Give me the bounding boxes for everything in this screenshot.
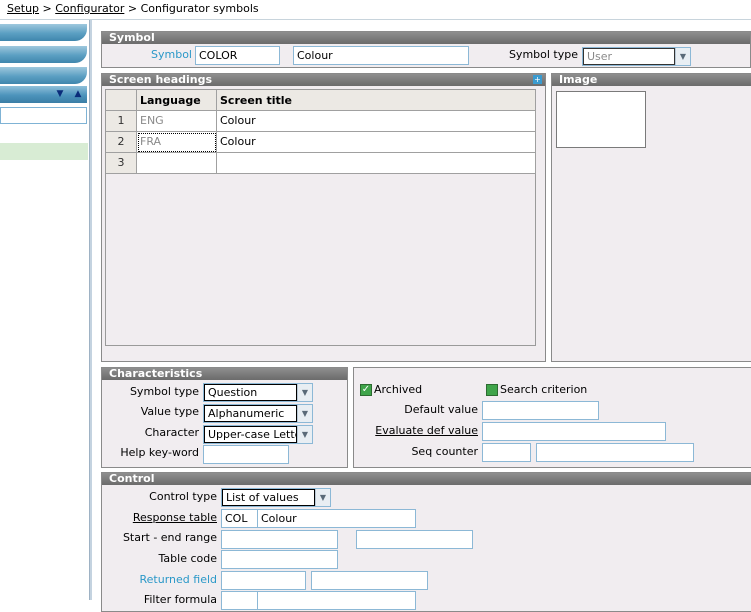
- left-panel-bar-4: ▼ ▲: [0, 86, 87, 103]
- symbol-type-label: Symbol type: [508, 48, 578, 61]
- screen-headings-title: Screen headings: [102, 74, 545, 86]
- seq-counter-label: Seq counter: [411, 445, 478, 458]
- filter-formula-label: Filter formula: [143, 593, 217, 606]
- row-number[interactable]: 3: [106, 153, 137, 174]
- value-type-select[interactable]: Alphanumeric ▼: [203, 404, 313, 423]
- default-value-label: Default value: [404, 403, 478, 416]
- control-type-select[interactable]: List of values ▼: [221, 488, 331, 507]
- screen-title-cell[interactable]: Colour: [217, 132, 536, 153]
- response-table-desc-field[interactable]: Colour: [257, 509, 416, 528]
- breadcrumb-setup-link[interactable]: Setup: [7, 2, 39, 15]
- search-criterion-label: Search criterion: [500, 383, 588, 396]
- left-panel-bar-2[interactable]: [0, 46, 87, 63]
- chevron-down-icon[interactable]: ▼: [297, 426, 312, 443]
- breadcrumb-separator: >: [127, 2, 138, 15]
- character-select[interactable]: Upper-case Letter ▼: [203, 425, 313, 444]
- row-number[interactable]: 1: [106, 111, 137, 132]
- archived-label: Archived: [374, 383, 423, 396]
- symbol-group: Symbol Symbol COLOR Colour Symbol type U…: [101, 31, 751, 68]
- control-group: Control Control type List of values ▼ Re…: [101, 472, 751, 612]
- response-table-link[interactable]: Response table: [112, 510, 217, 526]
- start-end-range-label: Start - end range: [122, 531, 217, 544]
- breadcrumb-configurator-link[interactable]: Configurator: [55, 2, 124, 15]
- char-symbol-type-value: Question: [204, 384, 297, 401]
- value-type-value: Alphanumeric: [204, 405, 297, 422]
- control-type-label: Control type: [149, 490, 217, 503]
- language-cell[interactable]: [137, 153, 217, 174]
- response-table-code-field[interactable]: COL: [221, 509, 258, 528]
- collapse-all-icon[interactable]: ▲: [71, 87, 85, 101]
- screen-title-cell[interactable]: [217, 153, 536, 174]
- expand-icon[interactable]: +: [533, 75, 542, 84]
- left-search-field[interactable]: [0, 107, 87, 124]
- symbol-type-select[interactable]: User ▼: [582, 47, 691, 66]
- default-value-field[interactable]: [482, 401, 599, 420]
- breadcrumb: Setup > Configurator > Configurator symb…: [7, 2, 259, 18]
- symbol-type-value: User: [583, 48, 675, 65]
- left-panel-bar-3[interactable]: [0, 67, 87, 84]
- range-start-field[interactable]: [221, 530, 338, 549]
- pane-gutter: [92, 20, 99, 600]
- symbol-label: Symbol: [151, 48, 192, 61]
- screen-headings-grid: Language Screen title 1 ENG Colour 2 FRA…: [105, 89, 536, 346]
- left-panel-bar-1[interactable]: [0, 24, 87, 41]
- filter-formula-desc-field[interactable]: [257, 591, 416, 610]
- column-header-screen-title[interactable]: Screen title: [217, 90, 536, 111]
- chevron-down-icon[interactable]: ▼: [297, 384, 312, 401]
- options-group: ✓ Archived Search criterion Default valu…: [353, 367, 751, 468]
- header-divider: [0, 19, 751, 20]
- char-symbol-type-select[interactable]: Question ▼: [203, 383, 313, 402]
- symbol-code-field[interactable]: COLOR: [195, 46, 280, 65]
- image-preview[interactable]: [556, 91, 646, 148]
- characteristics-title: Characteristics: [102, 368, 347, 380]
- symbol-group-title: Symbol: [102, 32, 750, 44]
- language-cell[interactable]: FRA: [137, 132, 217, 153]
- help-keyword-label: Help key-word: [120, 446, 199, 459]
- character-label: Character: [144, 426, 199, 439]
- left-selected-row[interactable]: [0, 143, 88, 160]
- screen-title-cell[interactable]: Colour: [217, 111, 536, 132]
- filter-formula-field[interactable]: [221, 591, 258, 610]
- characteristics-group: Characteristics Symbol type Question ▼ V…: [101, 367, 348, 468]
- column-header-language[interactable]: Language: [137, 90, 217, 111]
- image-group-title: Image: [552, 74, 751, 86]
- seq-counter-field[interactable]: [482, 443, 531, 462]
- image-group: Image: [551, 73, 751, 362]
- symbol-description-field[interactable]: Colour: [293, 46, 469, 65]
- chevron-down-icon[interactable]: ▼: [315, 489, 330, 506]
- chevron-down-icon[interactable]: ▼: [675, 48, 690, 65]
- range-end-field[interactable]: [356, 530, 473, 549]
- search-criterion-checkbox[interactable]: [486, 384, 498, 396]
- control-title: Control: [102, 473, 751, 485]
- expand-all-icon[interactable]: ▼: [53, 87, 67, 101]
- control-type-value: List of values: [222, 489, 315, 506]
- evaluate-def-value-link[interactable]: Evaluate def value: [364, 423, 478, 439]
- archived-checkbox[interactable]: ✓: [360, 384, 372, 396]
- grid-corner: [106, 90, 137, 111]
- character-value: Upper-case Letter: [204, 426, 297, 443]
- row-number[interactable]: 2: [106, 132, 137, 153]
- chevron-down-icon[interactable]: ▼: [297, 405, 312, 422]
- help-keyword-field[interactable]: [203, 445, 289, 464]
- table-code-label: Table code: [158, 552, 217, 565]
- breadcrumb-current: Configurator symbols: [140, 2, 259, 15]
- returned-field-desc-field[interactable]: [311, 571, 428, 590]
- language-cell[interactable]: ENG: [137, 111, 217, 132]
- breadcrumb-separator: >: [42, 2, 52, 15]
- returned-field-field[interactable]: [221, 571, 306, 590]
- screen-headings-group: Screen headings + Language Screen title …: [101, 73, 546, 362]
- char-symbol-type-label: Symbol type: [129, 385, 199, 398]
- returned-field-label: Returned field: [139, 573, 217, 586]
- evaluate-def-value-field[interactable]: [482, 422, 666, 441]
- left-pane: ▼ ▲: [0, 20, 89, 600]
- value-type-label: Value type: [140, 405, 199, 418]
- table-code-field[interactable]: [221, 550, 338, 569]
- seq-counter-description-field[interactable]: [536, 443, 694, 462]
